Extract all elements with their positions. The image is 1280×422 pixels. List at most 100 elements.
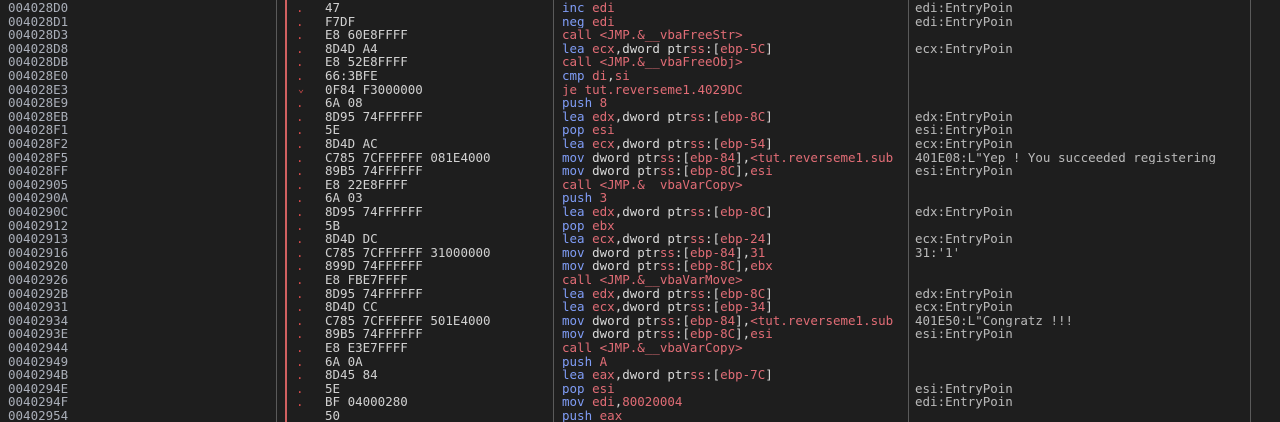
disassembly-row[interactable]: 00402934. C785 7CFFFFFF 501E4000 mov dword…: [0, 314, 1280, 328]
row-address: 00402949: [8, 354, 69, 369]
row-instruction: call <JMP.&__vbaFreeStr>: [562, 28, 743, 42]
row-comment: edi:EntryPoin: [915, 395, 1013, 409]
disassembly-row[interactable]: 004028DB. E8 52E8FFFF call <JMP.&__vbaFree…: [0, 55, 1280, 69]
row-bytes: C785 7CFFFFFF 31000000: [325, 245, 491, 260]
row-bytes: E8 22E8FFFF: [325, 177, 408, 192]
row-marker: .: [296, 395, 304, 409]
row-address: 0040294F: [8, 395, 69, 409]
row-marker: .: [296, 1, 304, 15]
disassembly-row[interactable]: 004028D8. 8D4D A4 lea ecx,dword ptrss:[ebp…: [0, 42, 1280, 56]
row-bytes: 8D45 84: [325, 368, 378, 382]
row-instruction: call <JMP.&__vbaVarMove>: [562, 273, 743, 287]
disassembly-row[interactable]: 004028D1. F7DF neg edi edi:EntryPoin: [0, 15, 1280, 29]
row-instruction: pop esi: [562, 123, 615, 137]
disassembly-row[interactable]: 00402944. E8 E3E7FFFF call <JMP.&__vbaVarC…: [0, 341, 1280, 355]
row-instruction: lea edx,dword ptrss:[ebp-8C]: [562, 205, 773, 219]
row-bytes: 50: [325, 409, 341, 422]
disassembly-row[interactable]: 00402926. E8 FBE7FFFF call <JMP.&__vbaVarM…: [0, 273, 1280, 287]
row-bytes: 6A 0A: [325, 354, 363, 369]
row-address: 004028D8: [8, 41, 69, 56]
row-marker: .: [296, 28, 304, 42]
disassembly-row[interactable]: 004028E3 ⌄ 0F84 F3000000 je tut.reverseme1.…: [0, 83, 1280, 97]
disassembly-row[interactable]: 0040294E. 5E pop esi esi:EntryPoin: [0, 382, 1280, 396]
row-instruction: call <JMP.&__vbaVarCopy>: [562, 341, 743, 355]
disassembly-row[interactable]: 004028F2. 8D4D AC lea ecx,dword ptrss:[ebp…: [0, 137, 1280, 151]
row-bytes: E8 52E8FFFF: [325, 55, 408, 69]
row-instruction: lea ecx,dword ptrss:[ebp-34]: [562, 300, 773, 314]
row-instruction: mov dword ptrss:[ebp-8C],esi: [562, 327, 773, 341]
row-marker: .: [296, 273, 304, 287]
row-comment: 401E08:L"Yep ! You succeeded registering: [915, 150, 1217, 165]
disassembly-row[interactable]: 0040290A. 6A 03 push 3: [0, 191, 1280, 205]
disassembly-row[interactable]: 00402949. 6A 0A push A: [0, 355, 1280, 369]
disassembly-row[interactable]: 00402905. E8 22E8FFFF call <JMP.&__vbaVarC…: [0, 178, 1280, 192]
row-comment: ecx:EntryPoin: [915, 232, 1013, 246]
jump-arrow-icon: ⌄: [298, 83, 305, 95]
row-marker: .: [296, 327, 304, 341]
row-comment: esi:EntryPoin: [915, 381, 1013, 396]
row-address: 00402926: [8, 273, 69, 287]
row-marker: .: [296, 109, 304, 124]
disassembly-row[interactable]: 0040294F. BF 04000280 mov edi,80020004 edi:…: [0, 395, 1280, 409]
disassembly-row[interactable]: 00402916. C785 7CFFFFFF 31000000 mov dword…: [0, 246, 1280, 260]
row-bytes: BF 04000280: [325, 395, 408, 409]
row-instruction: push eax: [562, 409, 623, 422]
row-address: 0040290A: [8, 191, 69, 205]
disassembly-row[interactable]: 00402920. 899D 74FFFFFF mov dword ptrss:[e…: [0, 259, 1280, 273]
vertical-scrollbar[interactable]: [1262, 0, 1280, 422]
disassembly-row[interactable]: 00402954 50 push eax: [0, 409, 1280, 422]
disassembly-row[interactable]: 00402913. 8D4D DC lea ecx,dword ptrss:[ebp…: [0, 232, 1280, 246]
row-address: 00402931: [8, 300, 69, 314]
row-bytes: 899D 74FFFFFF: [325, 259, 423, 273]
row-bytes: 5E: [325, 123, 341, 137]
row-comment: ecx:EntryPoin: [915, 300, 1013, 314]
disassembly-row[interactable]: 0040290C. 8D95 74FFFFFF lea edx,dword ptrs…: [0, 205, 1280, 219]
disassembly-row[interactable]: 004028FF. 89B5 74FFFFFF mov dword ptrss:[e…: [0, 164, 1280, 178]
row-marker: .: [296, 341, 304, 355]
disassembly-row[interactable]: 004028D0. 47 inc edi edi:EntryPoin: [0, 1, 1280, 15]
row-bytes: E8 60E8FFFF: [325, 28, 408, 42]
row-marker: .: [296, 245, 304, 260]
row-marker: .: [296, 259, 304, 273]
disassembly-row[interactable]: 004028F5. C785 7CFFFFFF 081E4000 mov dword…: [0, 151, 1280, 165]
row-marker: .: [296, 55, 304, 69]
disassembly-row[interactable]: 004028EB. 8D95 74FFFFFF lea edx,dword ptrs…: [0, 110, 1280, 124]
row-address: 004028E9: [8, 96, 69, 110]
row-marker: .: [296, 205, 304, 219]
row-comment: esi:EntryPoin: [915, 327, 1013, 341]
disassembly-row[interactable]: 00402912. 5B pop ebx: [0, 219, 1280, 233]
row-instruction: mov edi,80020004: [562, 395, 683, 409]
disassembly-row[interactable]: 00402931. 8D4D CC lea ecx,dword ptrss:[ebp…: [0, 300, 1280, 314]
disassembly-row[interactable]: 004028E0. 66:3BFE cmp di,si: [0, 69, 1280, 83]
relocated-bytes: 501E4000: [430, 313, 491, 328]
disassembly-row[interactable]: 004028F1. 5E pop esi esi:EntryPoin: [0, 123, 1280, 137]
row-instruction: inc edi: [562, 1, 615, 15]
row-address: 00402916: [8, 245, 69, 260]
row-bytes: 8D4D DC: [325, 232, 378, 246]
row-bytes: E8 FBE7FFFF: [325, 273, 408, 287]
disassembly-row[interactable]: 0040292B. 8D95 74FFFFFF lea edx,dword ptrs…: [0, 287, 1280, 301]
row-address: 004028F1: [8, 123, 69, 137]
disassembly-row[interactable]: 004028D3. E8 60E8FFFF call <JMP.&__vbaFree…: [0, 28, 1280, 42]
disassembly-view[interactable]: 004028D0. 47 inc edi edi:EntryPoin 004028D1.…: [0, 0, 1280, 422]
row-bytes: 6A 03: [325, 191, 363, 205]
row-marker: .: [296, 313, 304, 328]
row-address: 0040294B: [8, 368, 69, 382]
disassembly-row[interactable]: 0040294B. 8D45 84 lea eax,dword ptrss:[ebp…: [0, 368, 1280, 382]
row-instruction: mov dword ptrss:[ebp-84],<tut.reverseme1…: [562, 150, 894, 165]
row-marker: .: [296, 96, 304, 110]
row-instruction: lea edx,dword ptrss:[ebp-8C]: [562, 109, 773, 124]
disassembly-row[interactable]: 004028E9. 6A 08 push 8: [0, 96, 1280, 110]
row-address: 00402920: [8, 259, 69, 273]
row-instruction: pop ebx: [562, 218, 615, 233]
row-instruction: mov dword ptrss:[ebp-8C],esi: [562, 164, 773, 178]
row-address: 0040294E: [8, 381, 69, 396]
row-marker: .: [296, 150, 304, 165]
row-address: 004028D1: [8, 14, 69, 29]
row-comment: edx:EntryPoin: [915, 109, 1013, 124]
row-address: 00402944: [8, 341, 69, 355]
row-address: 004028FF: [8, 164, 69, 178]
row-address: 00402905: [8, 177, 69, 192]
row-instruction: mov dword ptrss:[ebp-84],<tut.reverseme1…: [562, 313, 894, 328]
disassembly-row[interactable]: 0040293E. 89B5 74FFFFFF mov dword ptrss:[e…: [0, 327, 1280, 341]
